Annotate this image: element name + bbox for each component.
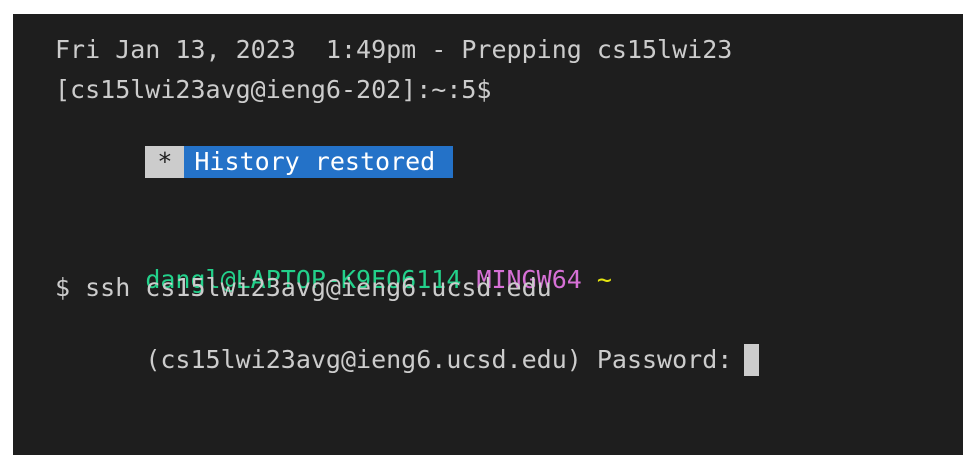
history-restored-label: History restored [184, 146, 454, 178]
terminal-panel[interactable]: Fri Jan 13, 2023 1:49pm - Prepping cs15l… [13, 14, 963, 455]
local-prompt: dangl@LAPTOP-K9EO6114 MINGW64 ~ [55, 232, 612, 294]
history-star: * [145, 146, 185, 178]
page: Fri Jan 13, 2023 1:49pm - Prepping cs15l… [0, 0, 963, 455]
command-line: $ ssh cs15lwi23avg@ieng6.ucsd.edu [55, 273, 552, 302]
password-line[interactable]: (cs15lwi23avg@ieng6.ucsd.edu) Password: [55, 312, 760, 376]
remote-prompt: [cs15lwi23avg@ieng6-202]:~:5$ [55, 75, 492, 104]
banner-line: Fri Jan 13, 2023 1:49pm - Prepping cs15l… [55, 35, 733, 64]
block-cursor-icon[interactable] [744, 344, 760, 376]
prompt-cwd: ~ [596, 265, 612, 294]
password-prompt: (cs15lwi23avg@ieng6.ucsd.edu) Password: [145, 345, 733, 374]
history-restored-notice: * History restored [55, 114, 454, 178]
